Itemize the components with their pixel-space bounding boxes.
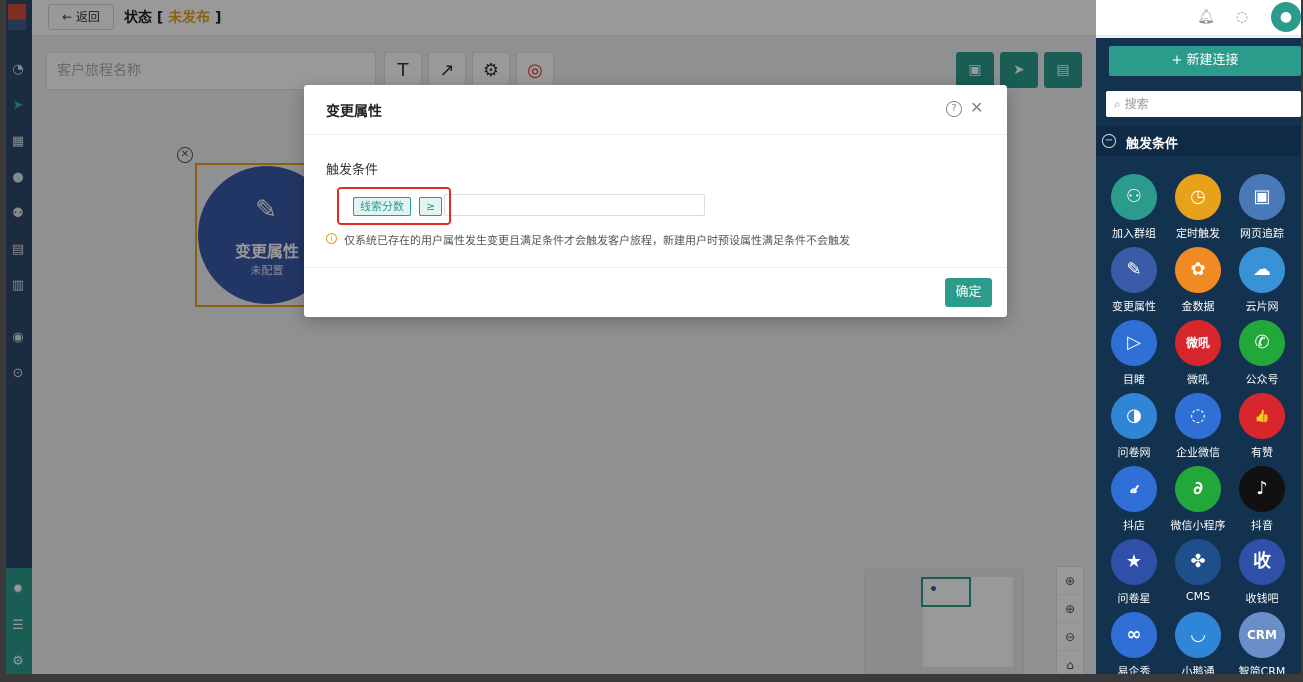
search-input[interactable]: ⌕ 搜索 — [1106, 91, 1301, 117]
shouqianba-icon: 收 — [1239, 539, 1285, 585]
connector-item[interactable]: ♪ 抖音 — [1230, 466, 1294, 533]
connector-item[interactable]: ▷ 目睹 — [1102, 320, 1166, 387]
connector-item[interactable]: CRM 智简CRM — [1230, 612, 1294, 674]
connector-item[interactable]: 微吼 微吼 — [1166, 320, 1230, 387]
connector-panel: + 新建连接 ⌕ 搜索 − 触发条件 ⚇ 加入群组 ◷ 定时触发 ▣ 网页追踪 ✎ 变更属性 ✿… — [1096, 38, 1301, 674]
confirm-button[interactable]: 确定 — [945, 278, 992, 307]
connector-label: 问卷星 — [1117, 592, 1151, 605]
connector-label: 问卷网 — [1117, 446, 1151, 459]
play-icon: ▷ — [1111, 320, 1157, 366]
chat-bubble-icon: ◌ — [1175, 393, 1221, 439]
connector-item[interactable]: 收收钱吧 — [1230, 539, 1294, 606]
connector-label: 定时触发 — [1176, 227, 1220, 240]
connector-label: CMS — [1185, 590, 1211, 603]
connector-item[interactable]: ✿ 金数据 — [1166, 247, 1230, 314]
change-attribute-dialog: 变更属性 ? ✕ 触发条件 线索分数 ≥ i 仅系统已存在的用户属性发生变更且满… — [304, 85, 1007, 317]
connector-item[interactable]: ★ 问卷星 — [1102, 539, 1166, 606]
connector-item[interactable]: ◌ 企业微信 — [1166, 393, 1230, 460]
connector-label: 云片网 — [1245, 300, 1279, 313]
help-icon[interactable]: ? — [946, 101, 962, 117]
connector-label: 微吼 — [1187, 373, 1209, 386]
modal-overlay[interactable]: 变更属性 ? ✕ 触发条件 线索分数 ≥ i 仅系统已存在的用户属性发生变更且满… — [6, 0, 1096, 674]
connector-label: 金数据 — [1181, 300, 1215, 313]
trigger-section-header[interactable]: − 触发条件 — [1096, 126, 1301, 156]
cms-icon: ✤ — [1175, 539, 1221, 585]
infinity-icon: ∞ — [1111, 612, 1157, 658]
avatar[interactable]: ● — [1271, 2, 1301, 32]
connector-item[interactable]: ▣ 网页追踪 — [1230, 174, 1294, 241]
connector-item[interactable]: ◑ 问卷网 — [1102, 393, 1166, 460]
dialog-header: 变更属性 ? ✕ — [304, 85, 1007, 135]
connector-label: 网页追踪 — [1240, 227, 1284, 240]
highlight-box — [337, 187, 451, 225]
connector-label: 抖店 — [1123, 519, 1145, 532]
edit-icon: ✎ — [1111, 247, 1157, 293]
wechat-icon: ✆ — [1239, 320, 1285, 366]
app-window: ◔ ➤ ▦ ● ⚉ ▤ ▥ ◉ ⊙ ✹ ☰ ⚙ ← 返回 状态 [ 未发布 ] … — [6, 0, 1301, 674]
trigger-condition-label: 触发条件 — [326, 163, 379, 178]
connector-item[interactable]: ◷ 定时触发 — [1166, 174, 1230, 241]
close-icon[interactable]: ✕ — [970, 98, 983, 117]
connector-item[interactable]: ✤ CMS — [1166, 539, 1230, 603]
message-icon[interactable]: ◌ — [1233, 8, 1251, 26]
connector-label: 智简CRM — [1238, 665, 1286, 674]
survey-icon: ◑ — [1111, 393, 1157, 439]
link-icon: ∂ — [1175, 466, 1221, 512]
thumbs-up-icon: 👍 — [1239, 393, 1285, 439]
tiktok-icon: ♪ — [1239, 466, 1285, 512]
connector-label: 有赞 — [1251, 446, 1273, 459]
connector-label: 小鹅通 — [1181, 665, 1215, 674]
clock-icon: ◷ — [1175, 174, 1221, 220]
connector-label: 公众号 — [1245, 373, 1279, 386]
connector-label: 企业微信 — [1176, 446, 1220, 459]
connector-item[interactable]: ⚇ 加入群组 — [1102, 174, 1166, 241]
info-icon: i — [326, 233, 337, 244]
trigger-section-title: 触发条件 — [1126, 137, 1179, 152]
doudian-icon: 𝓭 — [1111, 466, 1157, 512]
connector-item[interactable]: ✆ 公众号 — [1230, 320, 1294, 387]
connector-item[interactable]: 👍 有赞 — [1230, 393, 1294, 460]
connector-item[interactable]: ∂ 微信小程序 — [1166, 466, 1230, 533]
connector-label: 目睹 — [1123, 373, 1145, 386]
sprout-icon: ✿ — [1175, 247, 1221, 293]
search-icon: ⌕ — [1114, 97, 1121, 111]
person-add-icon: ⚇ — [1111, 174, 1157, 220]
top-icons: 🔔︎ ◌ ● — [1191, 0, 1301, 36]
bell-icon[interactable]: 🔔︎ — [1197, 8, 1215, 26]
connector-label: 变更属性 — [1112, 300, 1156, 313]
connector-item[interactable]: 𝓭 抖店 — [1102, 466, 1166, 533]
weihou-icon: 微吼 — [1175, 320, 1221, 366]
connector-item[interactable]: ☁ 云片网 — [1230, 247, 1294, 314]
connector-item[interactable]: ∞ 易企秀 — [1102, 612, 1166, 674]
connector-item[interactable]: ◡ 小鹅通 — [1166, 612, 1230, 674]
goose-icon: ◡ — [1175, 612, 1221, 658]
window-icon: ▣ — [1239, 174, 1285, 220]
connector-label: 易企秀 — [1117, 665, 1151, 674]
collapse-icon[interactable]: − — [1102, 134, 1116, 148]
connector-item[interactable]: ✎ 变更属性 — [1102, 247, 1166, 314]
new-connection-button[interactable]: + 新建连接 — [1109, 46, 1301, 76]
star-icon: ★ — [1111, 539, 1157, 585]
condition-value-input[interactable] — [444, 194, 705, 216]
search-placeholder: 搜索 — [1124, 97, 1149, 111]
connector-label: 抖音 — [1251, 519, 1273, 532]
connector-label: 微信小程序 — [1170, 519, 1226, 532]
connector-label: 加入群组 — [1112, 227, 1156, 240]
crm-icon: CRM — [1239, 612, 1285, 658]
hint-text: 仅系统已存在的用户属性发生变更且满足条件才会触发客户旅程，新建用户时预设属性满足… — [344, 234, 850, 247]
dialog-footer: 确定 — [304, 267, 1007, 317]
dialog-title: 变更属性 — [326, 104, 382, 120]
cloud-icon: ☁ — [1239, 247, 1285, 293]
connector-label: 收钱吧 — [1245, 592, 1279, 605]
